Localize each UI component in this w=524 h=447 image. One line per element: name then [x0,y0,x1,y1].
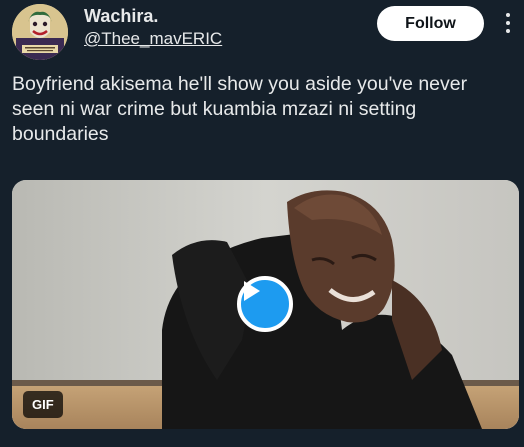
play-icon [244,281,260,301]
tweet-card: Wachira. @Thee_mavERIC Follow Boyfriend … [0,0,524,447]
author-handle-text[interactable]: @Thee_mavERIC [84,29,222,48]
more-dot [506,29,510,33]
play-button[interactable] [237,276,293,332]
avatar[interactable] [12,4,68,60]
tweet-text: Boyfriend akisema he'll show you aside y… [12,73,468,145]
more-dot [506,21,510,25]
gif-media[interactable]: GIF [12,180,519,429]
author-display-name[interactable]: Wachira. [84,6,158,27]
gif-badge: GIF [23,391,63,418]
author-handle[interactable]: @Thee_mavERIC [84,29,222,49]
more-dot [506,13,510,17]
more-options-icon[interactable] [500,8,516,38]
joker-avatar-icon [12,4,68,60]
follow-button[interactable]: Follow [377,6,484,41]
